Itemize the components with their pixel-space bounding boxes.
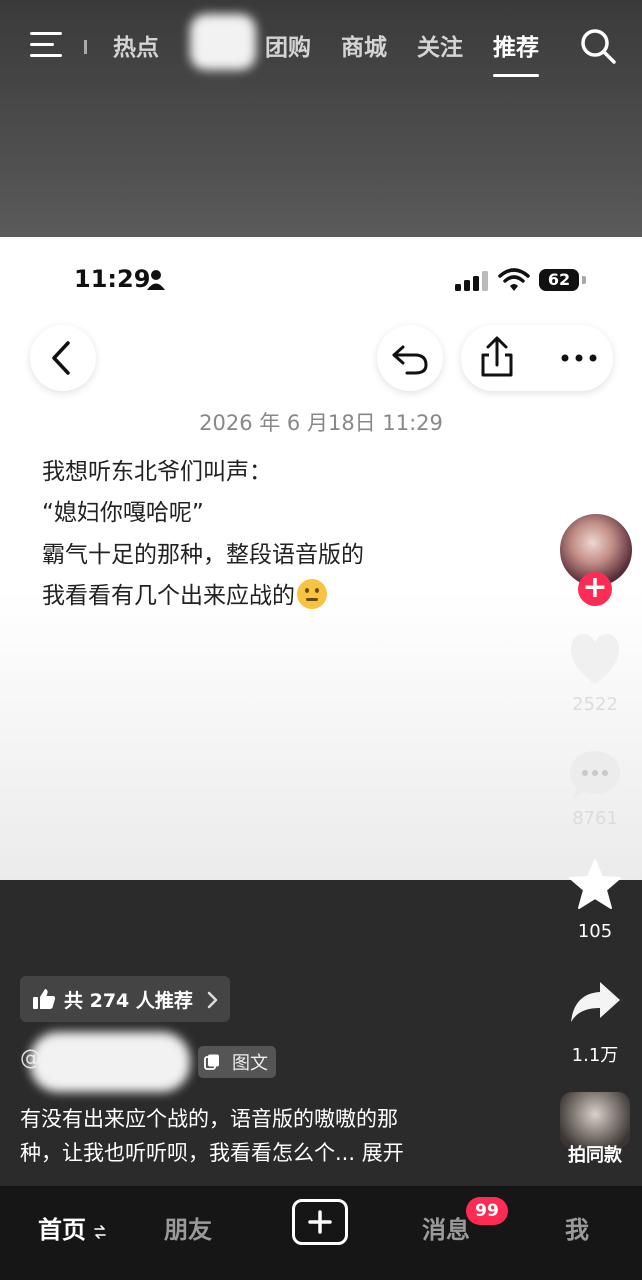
active-tab-underline xyxy=(493,74,539,77)
nav-home-label: 首页 xyxy=(38,1216,86,1244)
like-count: 2522 xyxy=(572,694,618,715)
tab-recommend[interactable]: 推荐 xyxy=(493,28,539,77)
image-text-icon xyxy=(204,1054,219,1070)
post-line-1: 我想听东北爷们叫声： xyxy=(42,459,272,485)
search-icon[interactable] xyxy=(578,26,618,66)
nav-friends[interactable]: 朋友 xyxy=(164,1210,212,1245)
redacted-author-name xyxy=(30,1032,190,1092)
post-image[interactable]: 11:29 62 2026 年 6 月18日 11:29 我想听东北爷们叫声： … xyxy=(0,237,642,880)
battery-tip xyxy=(582,276,586,284)
plus-icon xyxy=(308,1210,332,1234)
reply-button[interactable] xyxy=(377,325,443,391)
reply-icon xyxy=(392,345,428,375)
share-count: 1.1万 xyxy=(571,1045,619,1066)
post-line-2: “媳妇你嘎哈呢” xyxy=(42,500,204,526)
create-button[interactable] xyxy=(292,1199,348,1245)
caption-line-2-text: 种，让我也听听呗，我看看怎么个... xyxy=(20,1141,356,1165)
nav-messages[interactable]: 消息 xyxy=(422,1210,470,1245)
comment-count: 8761 xyxy=(572,808,618,829)
chevron-right-icon xyxy=(207,991,218,1009)
redacted-tab xyxy=(190,14,256,70)
nav-home[interactable]: 首页 xyxy=(38,1210,107,1245)
tab-group-buy[interactable]: 团购 xyxy=(265,28,311,62)
follow-plus-button[interactable]: + xyxy=(578,572,612,606)
person-icon xyxy=(147,270,165,290)
tab-overflow-mark xyxy=(84,40,87,54)
same-style-thumbnail[interactable] xyxy=(560,1092,630,1148)
caption-line-2: 种，让我也听听呗，我看看怎么个... 展开 xyxy=(20,1137,404,1167)
favorite-star-icon[interactable] xyxy=(567,858,623,912)
menu-icon[interactable] xyxy=(30,32,62,58)
favorite-count: 105 xyxy=(577,921,613,942)
tab-hot[interactable]: 热点 xyxy=(113,28,159,62)
tab-following[interactable]: 关注 xyxy=(417,28,463,62)
share-more-pill xyxy=(461,325,613,391)
share-arrow-icon[interactable] xyxy=(568,978,622,1026)
post-line-4: 我看看有几个出来应战的 xyxy=(42,576,327,610)
post-line-3: 霸气十足的那种，整段语音版的 xyxy=(42,542,364,568)
top-nav: 热点 团购 商城 关注 推荐 xyxy=(0,0,642,92)
post-date: 2026 年 6 月18日 11:29 xyxy=(199,411,443,435)
more-icon[interactable] xyxy=(549,325,609,391)
status-time: 11:29 xyxy=(74,265,151,293)
bottom-nav: 首页 朋友 消息 99 我 xyxy=(0,1186,642,1280)
tab-recommend-label: 推荐 xyxy=(493,35,539,61)
nav-me[interactable]: 我 xyxy=(565,1210,589,1245)
post-line-4-text: 我看看有几个出来应战的 xyxy=(42,583,295,609)
caption-line-1: 有没有出来应个战的，语音版的嗷嗷的那 xyxy=(20,1107,398,1131)
signal-icon xyxy=(455,271,488,291)
back-button[interactable] xyxy=(30,325,96,391)
thumbs-up-icon xyxy=(33,989,56,1009)
tab-mall[interactable]: 商城 xyxy=(341,28,387,62)
battery-icon: 62 xyxy=(539,269,579,291)
chevron-left-icon xyxy=(52,341,70,375)
expand-link[interactable]: 展开 xyxy=(362,1141,404,1165)
recommend-count-text: 共 274 人推荐 xyxy=(64,990,193,1012)
wifi-icon xyxy=(498,268,530,291)
post-type-label: 图文 xyxy=(232,1053,268,1074)
like-icon[interactable] xyxy=(566,632,624,686)
messages-badge: 99 xyxy=(466,1197,508,1225)
share-icon[interactable] xyxy=(461,325,533,391)
thinking-face-icon xyxy=(297,579,327,609)
comment-icon[interactable] xyxy=(567,748,623,802)
refresh-swap-icon xyxy=(94,1225,107,1239)
same-style-label[interactable]: 拍同款 xyxy=(548,1141,642,1167)
